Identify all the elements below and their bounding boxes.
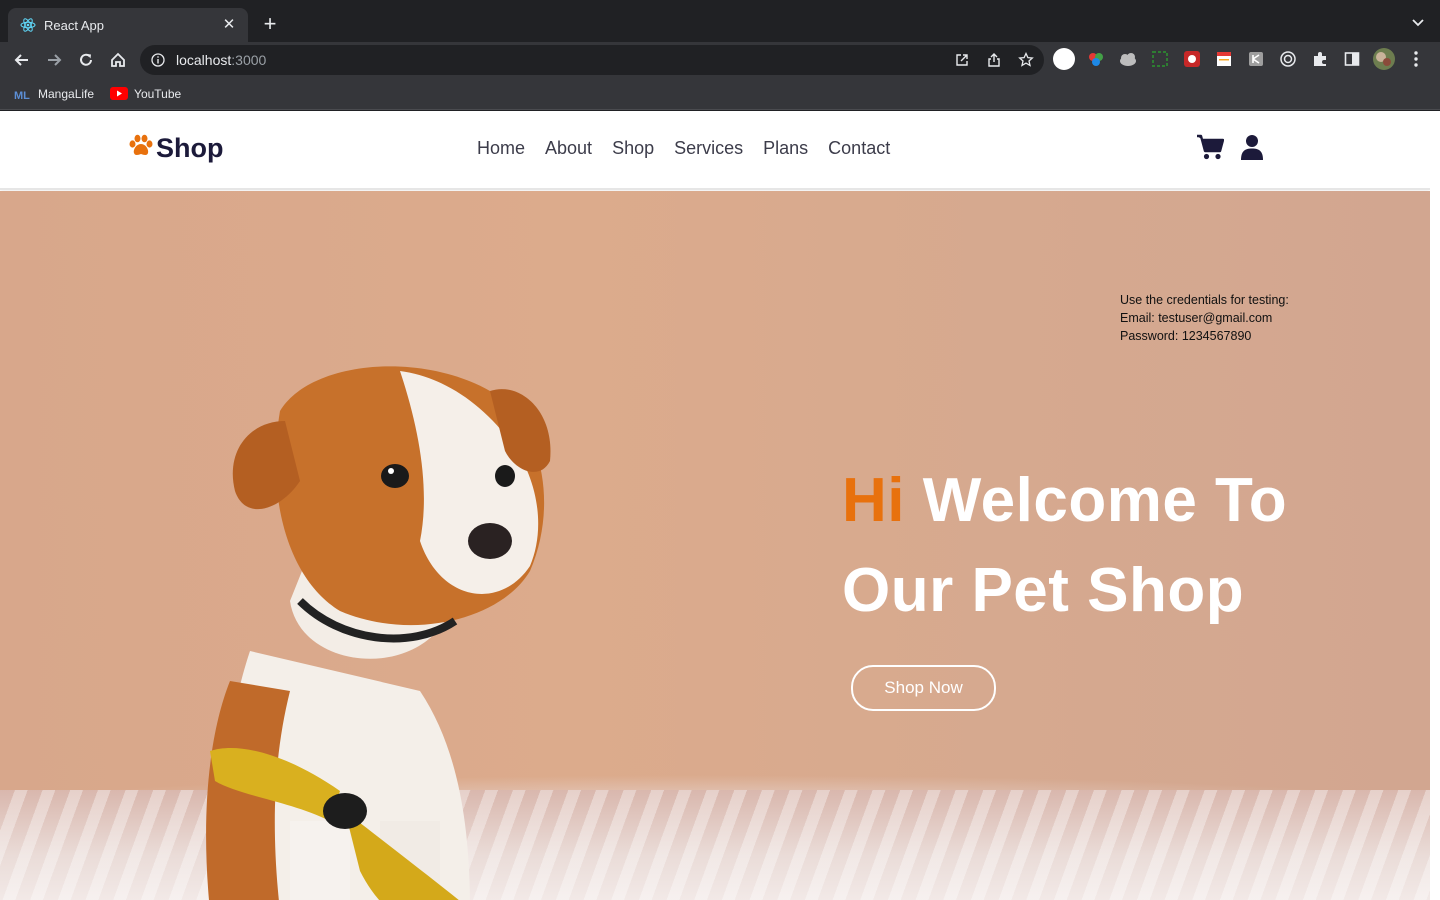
scrollbar-gutter xyxy=(1430,111,1440,900)
main-nav: Home About Shop Services Plans Contact xyxy=(477,138,890,159)
cloud-extension-icon[interactable] xyxy=(1116,47,1140,71)
home-icon[interactable] xyxy=(106,48,130,72)
react-icon xyxy=(20,17,36,33)
hero-hi: Hi xyxy=(842,466,905,535)
nav-plans[interactable]: Plans xyxy=(763,138,808,159)
nav-contact[interactable]: Contact xyxy=(828,138,890,159)
puppy-with-bowtie-image xyxy=(206,366,551,900)
hero-section: Use the credentials for testing: Email: … xyxy=(0,191,1430,900)
k-extension-icon[interactable] xyxy=(1244,47,1268,71)
avatar[interactable] xyxy=(1372,47,1396,71)
reload-icon[interactable] xyxy=(74,48,98,72)
youtube-icon xyxy=(110,87,129,101)
notes-extension-icon[interactable] xyxy=(1212,47,1236,71)
nav-services[interactable]: Services xyxy=(674,138,743,159)
credentials-password: Password: 1234567890 xyxy=(1120,329,1252,343)
open-external-icon[interactable] xyxy=(952,50,972,70)
credentials-heading: Use the credentials for testing: xyxy=(1120,293,1289,307)
back-icon[interactable] xyxy=(10,48,34,72)
browser-toolbar: localhost:3000 xyxy=(0,42,1440,78)
nav-about[interactable]: About xyxy=(545,138,592,159)
bookmark-mangalife[interactable]: ML MangaLife xyxy=(14,87,94,101)
color-picker-icon[interactable] xyxy=(1084,47,1108,71)
test-credentials-note: Use the credentials for testing: Email: … xyxy=(1120,291,1289,345)
browser-tab[interactable]: React App ✕ xyxy=(8,8,248,42)
screenshot-extension-icon[interactable] xyxy=(1148,47,1172,71)
chevron-down-icon[interactable] xyxy=(1410,14,1426,30)
share-icon[interactable] xyxy=(984,50,1004,70)
url-port: :3000 xyxy=(231,52,267,68)
bookmark-label: MangaLife xyxy=(38,86,95,101)
close-icon[interactable]: ✕ xyxy=(220,16,238,34)
user-icon[interactable] xyxy=(1240,134,1264,165)
star-icon[interactable] xyxy=(1016,50,1036,70)
url-host: localhost xyxy=(176,52,232,68)
target-extension-icon[interactable] xyxy=(1276,47,1300,71)
hero-pet-shop: Our Pet Shop xyxy=(842,556,1245,625)
nav-shop[interactable]: Shop xyxy=(612,138,654,159)
forward-icon[interactable] xyxy=(42,48,66,72)
cart-icon[interactable] xyxy=(1196,134,1225,165)
side-panel-icon[interactable] xyxy=(1340,47,1364,71)
hero-welcome: Welcome To xyxy=(922,466,1288,535)
extensions-bar xyxy=(1052,47,1428,71)
logo[interactable]: Shop xyxy=(128,133,224,164)
bookmark-label: YouTube xyxy=(134,86,182,101)
brand-name: Shop xyxy=(156,133,224,163)
bookmarks-bar: ML MangaLife YouTube xyxy=(0,78,1440,110)
hero-headline: Hi Welcome To Our Pet Shop xyxy=(842,456,1402,636)
browser-tab-strip: React App ✕ + xyxy=(0,0,1440,42)
web-page: Shop Home About Shop Services Plans Cont… xyxy=(0,111,1430,900)
address-bar[interactable]: localhost:3000 xyxy=(140,45,1044,75)
red-extension-icon[interactable] xyxy=(1180,47,1204,71)
shop-now-button[interactable]: Shop Now xyxy=(851,665,996,711)
site-header: Shop Home About Shop Services Plans Cont… xyxy=(0,111,1430,190)
svg-text:ML: ML xyxy=(14,90,30,100)
paw-icon xyxy=(128,134,154,163)
header-actions xyxy=(1196,134,1264,165)
bookmark-youtube[interactable]: YouTube xyxy=(110,87,181,101)
plus-icon[interactable]: + xyxy=(258,12,282,36)
profile-circle-icon[interactable] xyxy=(1052,47,1076,71)
tab-title: React App xyxy=(44,17,104,33)
credentials-email: Email: testuser@gmail.com xyxy=(1120,311,1273,325)
more-menu-icon[interactable] xyxy=(1404,47,1428,71)
puzzle-icon[interactable] xyxy=(1308,47,1332,71)
info-icon[interactable] xyxy=(150,52,166,68)
mangalife-icon: ML xyxy=(14,87,32,101)
nav-home[interactable]: Home xyxy=(477,138,525,159)
